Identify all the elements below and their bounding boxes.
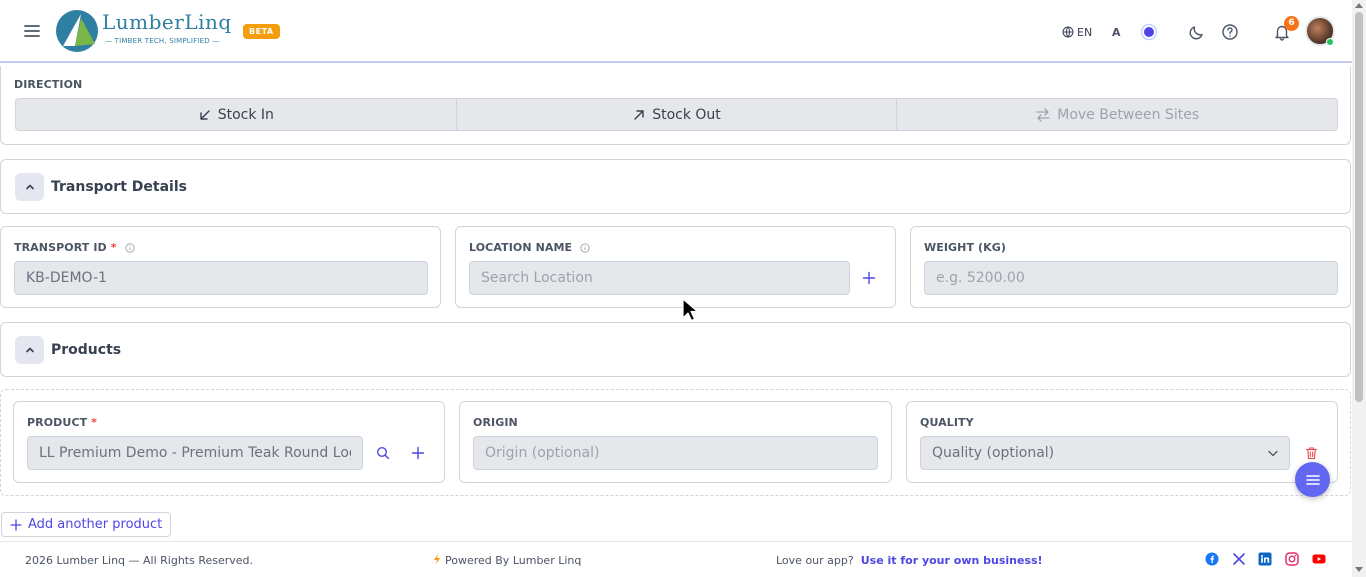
plus-icon — [862, 271, 876, 285]
logo-text: LumberLinq — [102, 10, 232, 34]
product-input[interactable] — [27, 436, 363, 470]
weight-card: WEIGHT (KG) — [910, 226, 1351, 308]
language-label: EN — [1077, 25, 1093, 39]
quality-card: QUALITY Quality (optional) — [906, 401, 1338, 483]
add-another-product-button[interactable]: Add another product — [1, 512, 172, 537]
transport-collapse-button[interactable] — [15, 173, 44, 201]
x-twitter-icon[interactable] — [1232, 552, 1246, 566]
quality-select[interactable]: Quality (optional) — [920, 436, 1290, 470]
help-icon — [1222, 24, 1238, 40]
scrollbar-thumb[interactable] — [1355, 12, 1363, 402]
arrow-up-right-icon — [634, 109, 644, 120]
copyright-text: 2026 Lumber Linq — All Rights Reserved. — [25, 554, 254, 567]
chevron-up-icon — [25, 347, 34, 353]
stock-out-option[interactable]: Stock Out — [457, 99, 898, 130]
products-title: Products — [51, 342, 122, 358]
mouse-cursor-icon — [682, 298, 698, 322]
add-another-product-label: Add another product — [28, 517, 163, 532]
location-search-input[interactable] — [469, 261, 850, 295]
products-section: Products — [0, 322, 1351, 377]
quick-actions-fab[interactable] — [1295, 462, 1330, 497]
move-between-sites-option[interactable]: Move Between Sites — [897, 99, 1337, 130]
font-size-toggle[interactable]: A — [1112, 18, 1121, 46]
direction-segmented-control: Stock In Stock Out Move Between Sites — [15, 98, 1338, 131]
dark-mode-toggle[interactable] — [1188, 18, 1206, 46]
product-card: PRODUCT * — [13, 401, 445, 483]
stock-in-option[interactable]: Stock In — [16, 99, 457, 130]
instagram-icon[interactable] — [1285, 552, 1299, 566]
info-icon — [580, 243, 590, 253]
promo: Love our app? Use it for your own busine… — [776, 554, 1043, 567]
product-label: PRODUCT * — [27, 416, 98, 429]
arrows-swap-icon — [1036, 107, 1050, 122]
quality-label: QUALITY — [920, 416, 974, 429]
online-status-dot — [1326, 38, 1334, 46]
search-product-button[interactable] — [371, 441, 395, 465]
promo-text: Love our app? — [776, 554, 854, 567]
direction-label: DIRECTION — [14, 78, 83, 91]
globe-icon — [1062, 26, 1074, 38]
add-product-item-button[interactable] — [406, 441, 430, 465]
app-header: LumberLinq — TIMBER TECH, SIMPLIFIED — B… — [0, 0, 1352, 63]
app-logo[interactable]: LumberLinq — TIMBER TECH, SIMPLIFIED — — [55, 8, 235, 54]
help-button[interactable] — [1221, 18, 1239, 46]
info-icon — [124, 243, 135, 253]
plus-icon — [10, 518, 22, 531]
move-between-sites-label: Move Between Sites — [1057, 106, 1200, 123]
products-collapse-button[interactable] — [15, 336, 44, 364]
stock-in-label: Stock In — [217, 106, 274, 123]
menu-lines-icon — [1305, 474, 1320, 485]
plus-icon — [411, 446, 425, 460]
menu-icon[interactable] — [22, 21, 42, 41]
search-icon — [376, 446, 390, 460]
scroll-down-arrow-icon[interactable] — [1355, 567, 1363, 572]
promo-link[interactable]: Use it for your own business! — [861, 554, 1043, 567]
add-location-button[interactable] — [857, 266, 881, 290]
origin-card: ORIGIN — [459, 401, 892, 483]
color-dot-icon — [1140, 23, 1158, 41]
beta-badge: BETA — [243, 24, 280, 39]
youtube-icon[interactable] — [1312, 552, 1326, 566]
stock-out-label: Stock Out — [652, 106, 721, 123]
linkedin-icon[interactable] — [1258, 552, 1272, 566]
facebook-icon[interactable] — [1205, 552, 1219, 566]
arrow-down-left-icon — [200, 109, 210, 120]
logo-tagline: — TIMBER TECH, SIMPLIFIED — — [105, 37, 220, 45]
bolt-icon — [434, 554, 440, 564]
trash-icon — [1305, 447, 1317, 460]
transport-id-card: TRANSPORT ID * — [0, 226, 441, 308]
transport-details-title: Transport Details — [51, 179, 187, 195]
scroll-up-arrow-icon[interactable] — [1355, 3, 1363, 8]
transport-id-label: TRANSPORT ID * — [14, 241, 135, 254]
chevron-down-icon — [1268, 450, 1278, 457]
moon-icon — [1189, 26, 1203, 40]
origin-label: ORIGIN — [473, 416, 518, 429]
powered-by: Powered By Lumber Linq — [433, 554, 581, 567]
language-switcher[interactable]: EN — [1062, 18, 1092, 46]
transport-details-section: Transport Details — [0, 159, 1351, 214]
notification-count-badge: 6 — [1284, 16, 1299, 31]
weight-input[interactable] — [924, 261, 1338, 295]
footer: 2026 Lumber Linq — All Rights Reserved. … — [0, 541, 1352, 577]
color-theme-toggle[interactable] — [1140, 18, 1158, 46]
direction-card: DIRECTION Stock In Stock Out Move Betwee… — [0, 66, 1351, 145]
quality-selected-value: Quality (optional) — [932, 445, 1055, 461]
chevron-up-icon — [25, 184, 34, 190]
origin-input[interactable] — [473, 436, 878, 470]
location-name-card: LOCATION NAME — [455, 226, 896, 308]
weight-label: WEIGHT (KG) — [924, 241, 1007, 254]
transport-id-input[interactable] — [14, 261, 428, 295]
location-name-label: LOCATION NAME — [469, 241, 590, 254]
